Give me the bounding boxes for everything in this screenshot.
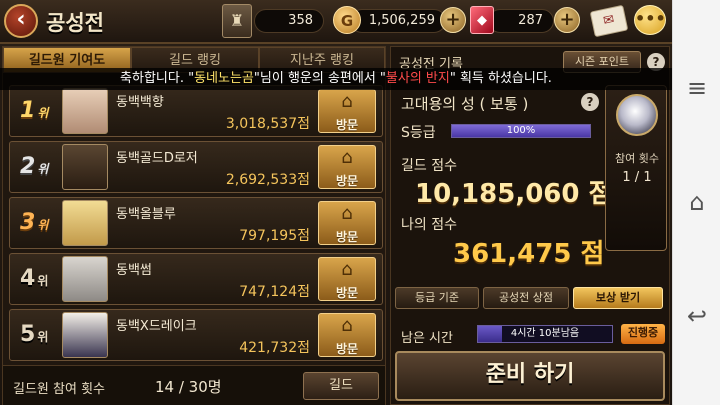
castle-icon: ♜ [222,4,252,38]
member-name: 동백썸 [116,263,152,278]
visit-button[interactable]: ⌂ 방문 [318,89,376,133]
page-title: 공성전 [46,11,104,35]
castle-name: 고대용의 성 ( 보통 ) [401,95,529,113]
member-row: 5위 동백X드레이크 421,732점 ⌂ 방문 [9,309,383,361]
participation-footer: 길드원 참여 횟수 14 / 30명 길드 [3,365,385,405]
chat-icon[interactable]: ••• [634,5,666,35]
participation-count: 14 / 30명 [155,378,222,396]
participation-relic: 참여 횟수 1 / 1 [605,85,667,251]
status-badge: 진행중 [621,324,665,344]
mail-icon[interactable]: ✉ [589,4,629,38]
rank-number: 3위 [20,210,49,235]
avatar [62,144,108,190]
guild-score-label: 길드 점수 [401,158,457,174]
member-score: 747,124점 [239,284,310,300]
member-score: 797,195점 [239,228,310,244]
claim-reward-button[interactable]: 보상 받기 [573,287,663,309]
back-button[interactable]: ‹ [4,4,38,38]
diamond-icon [616,94,658,136]
avatar [62,200,108,246]
member-score: 3,018,537점 [225,116,310,132]
siege-record-panel: 공성전 기록 시즌 포인트 ? 고대용의 성 ( 보통 ) ? S등급 100%… [390,46,670,405]
notice-player-name: 동네노는곰 [194,71,254,86]
notice-banner: 축하합니다. "동네노는곰"님이 행운의 송편에서 "불사의 반지" 획득 하셨… [0,68,672,90]
visit-button[interactable]: ⌂ 방문 [318,201,376,245]
member-name: 동백올블루 [116,207,176,222]
grade-label: S등급 [401,125,436,141]
home-icon[interactable]: ⌂ [683,188,711,216]
visit-button[interactable]: ⌂ 방문 [318,145,376,189]
guild-score: 10,185,060 점 [415,179,613,209]
help-icon[interactable]: ? [581,93,599,111]
participation-label: 길드원 참여 횟수 [13,382,105,397]
member-row: 1위 동백백향 3,018,537점 ⌂ 방문 [9,85,383,137]
ready-button[interactable]: 준비 하기 [395,351,665,401]
grade-progress-bar: 100% [451,124,591,138]
top-bar: ‹ 공성전 ♜ 358 1,506,259 G + 287 ◆ + ✉ ••• [0,0,672,44]
member-name: 동백백향 [116,95,164,110]
notice-suffix: " 획득 하셨습니다. [449,71,552,86]
guild-button[interactable]: 길드 [303,372,379,400]
gem-amount: 287 [488,9,554,33]
time-remaining-text: 4시간 10분남음 [510,328,580,339]
member-row: 4위 동백썸 747,124점 ⌂ 방문 [9,253,383,305]
member-score: 421,732점 [239,340,310,356]
add-gold-button[interactable]: + [440,7,466,33]
member-name: 동백X드레이크 [116,319,197,334]
house-icon: ⌂ [341,203,353,224]
grade-progress-text: 100% [506,125,536,136]
visit-button[interactable]: ⌂ 방문 [318,313,376,357]
coin-icon: G [333,6,361,34]
avatar [62,88,108,134]
avatar [62,256,108,302]
game-screen: ‹ 공성전 ♜ 358 1,506,259 G + 287 ◆ + ✉ ••• … [0,0,672,405]
house-icon: ⌂ [341,315,353,336]
rank-number: 1위 [20,98,49,123]
member-name: 동백골드D로저 [116,151,198,166]
rank-number: 2위 [20,154,49,179]
time-remaining-label: 남은 시간 [401,331,453,346]
my-score: 361,475 점 [453,239,605,269]
add-gem-button[interactable]: + [554,7,580,33]
castle-count: 358 [254,9,324,33]
member-contribution-panel: 길드원 기여도 길드 랭킹 지난주 랭킹 1위 동백백향 3,018,537점 … [2,46,386,405]
time-remaining-bar: 4시간 10분남음 [477,325,613,343]
relic-count: 1 / 1 [622,170,652,185]
rank-number: 4위 [20,266,49,291]
grade-criteria-button[interactable]: 등급 기준 [395,287,479,309]
relic-label: 참여 횟수 [615,152,659,165]
notice-item-name: 불사의 반지 [385,71,450,86]
house-icon: ⌂ [341,147,353,168]
visit-button[interactable]: ⌂ 방문 [318,257,376,301]
house-icon: ⌂ [341,259,353,280]
my-score-label: 나의 점수 [401,217,457,233]
notice-middle: "님이 행운의 송편에서 " [253,71,386,86]
menu-icon[interactable]: ≡ [683,74,711,102]
gem-icon: ◆ [470,6,494,34]
gold-amount: 1,506,259 [350,9,446,33]
avatar [62,312,108,358]
siege-shop-button[interactable]: 공성전 상점 [483,287,569,309]
rank-number: 5위 [20,322,49,347]
notice-prefix: 축하합니다. " [120,71,195,86]
member-score: 2,692,533점 [225,172,310,188]
member-row: 3위 동백올블루 797,195점 ⌂ 방문 [9,197,383,249]
member-row: 2위 동백골드D로저 2,692,533점 ⌂ 방문 [9,141,383,193]
back-icon[interactable]: ↩ [683,302,711,330]
house-icon: ⌂ [341,91,353,112]
system-nav-bar: ≡ ⌂ ↩ [672,0,720,405]
